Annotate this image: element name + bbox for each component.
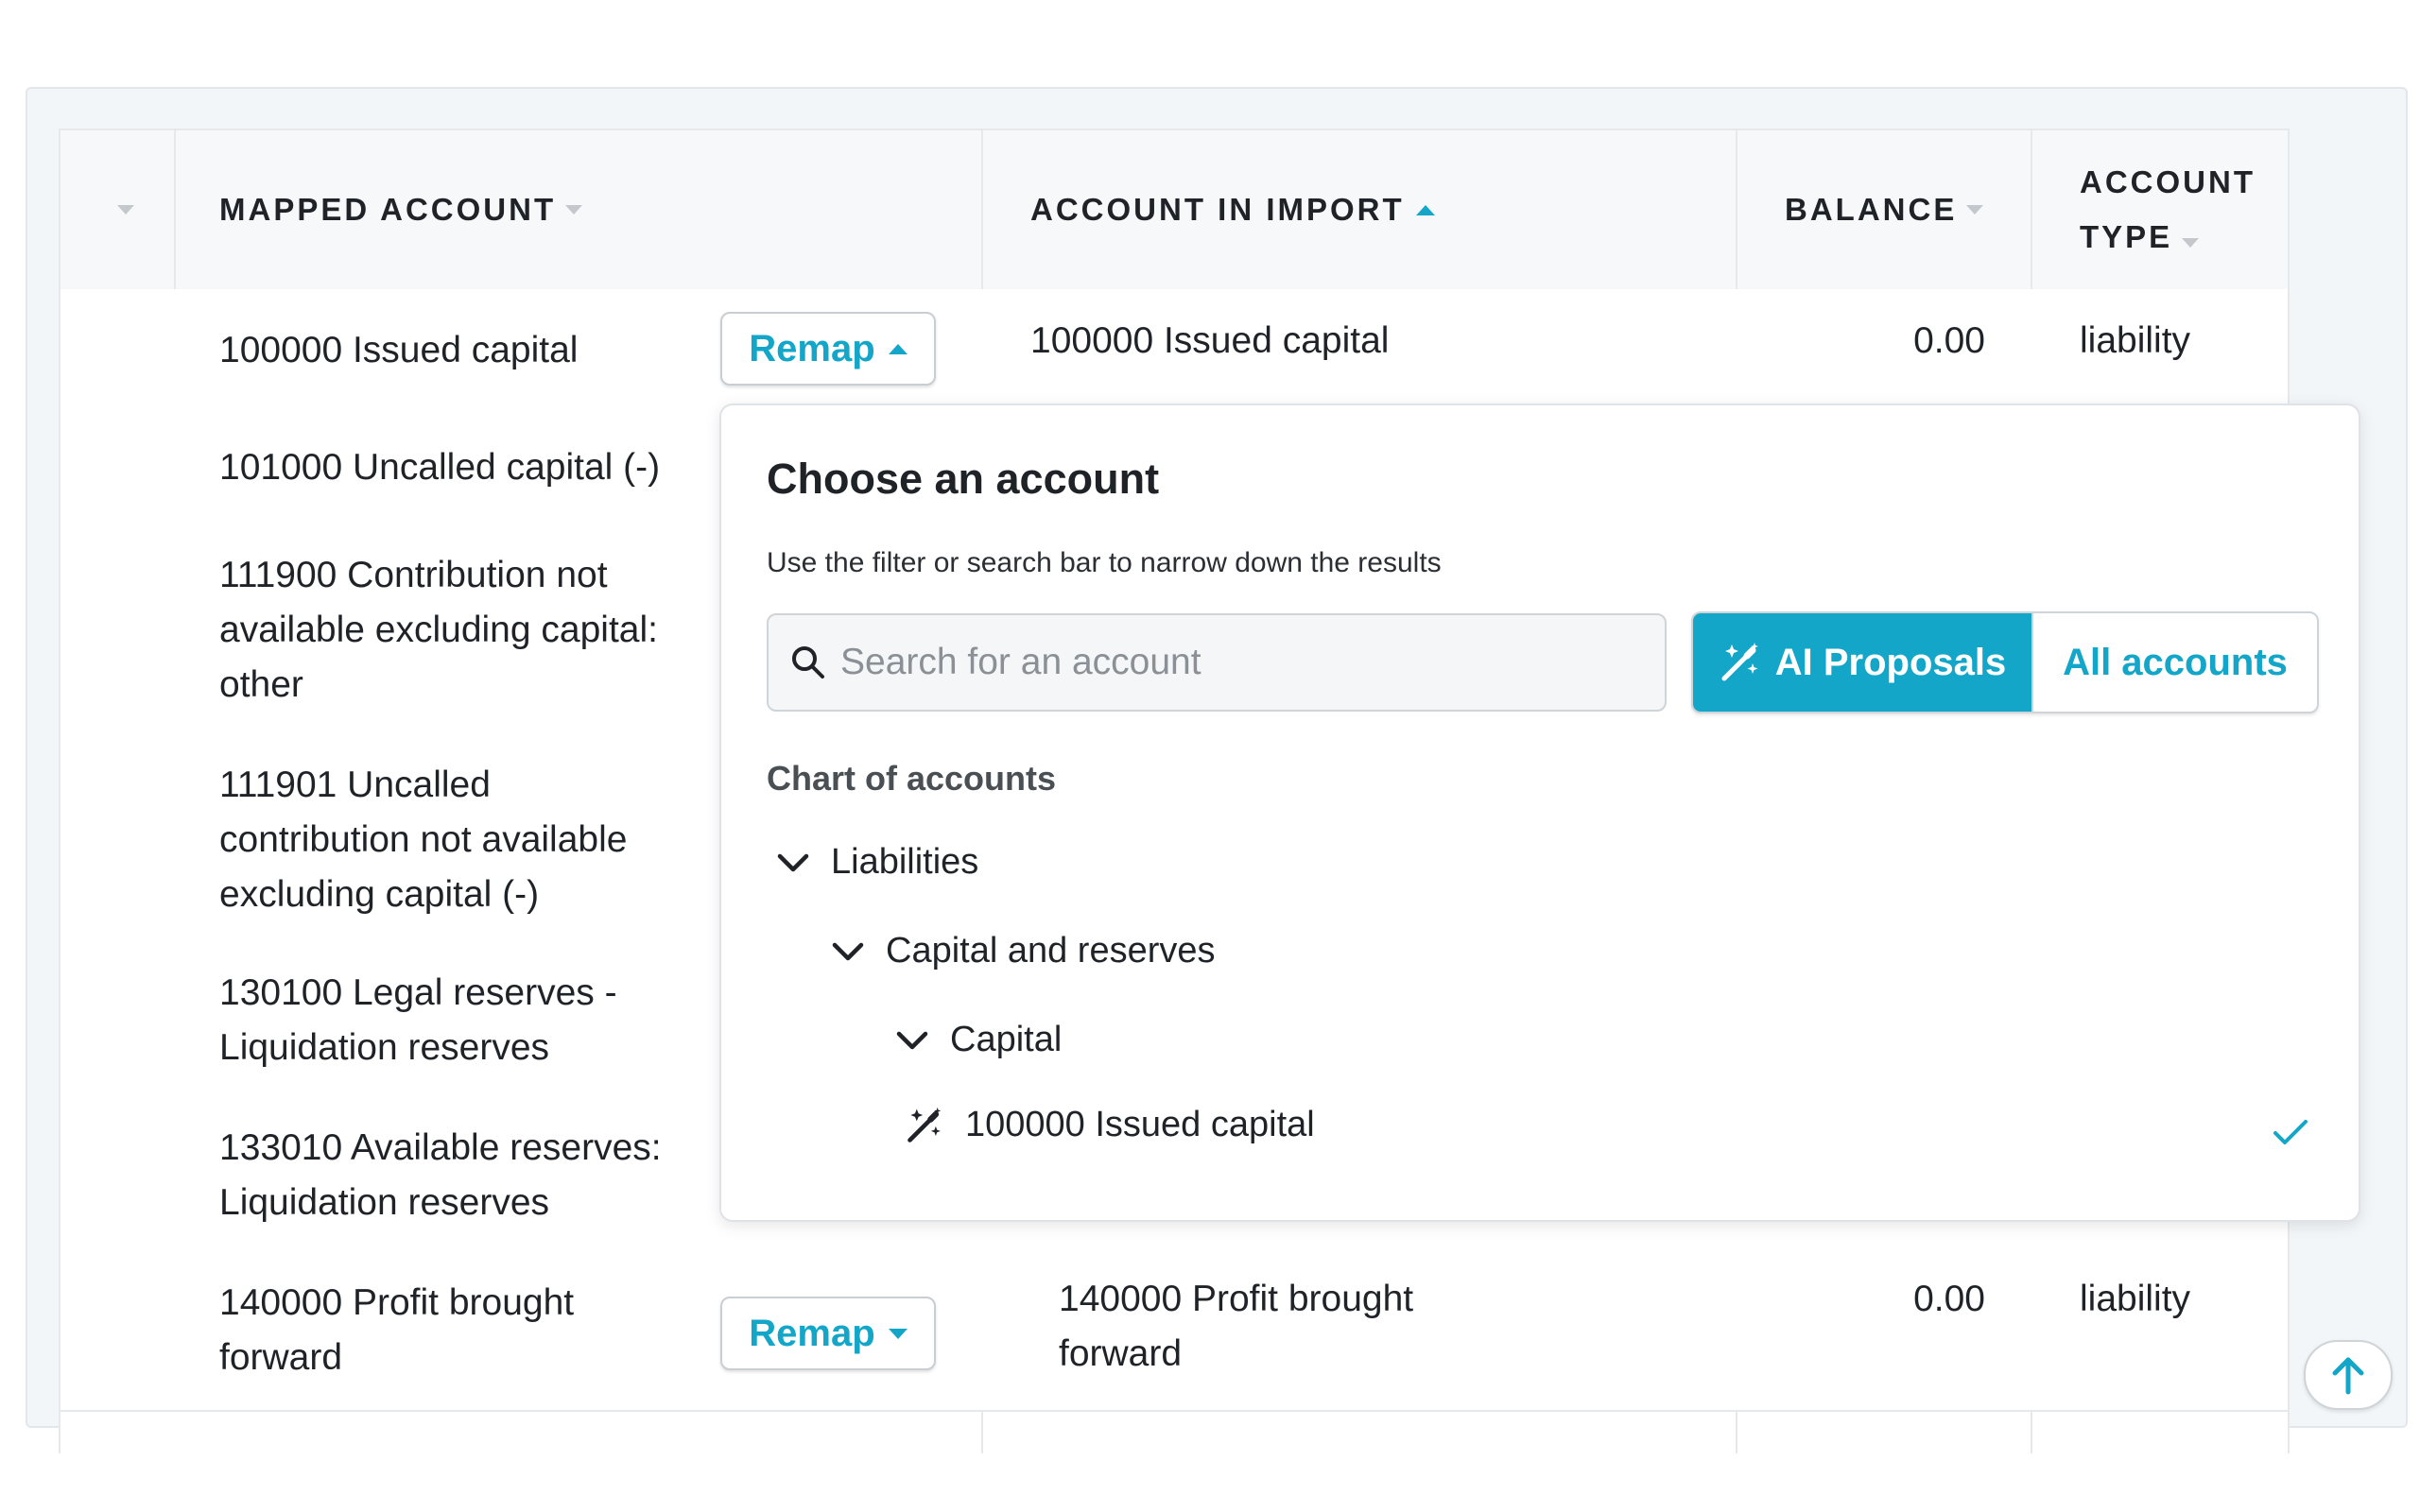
sort-down-icon — [2182, 238, 2200, 248]
mapped-account: 111901 Uncalled contribution not availab… — [219, 765, 628, 915]
check-icon — [2273, 1120, 2308, 1144]
tree-node-liabilities[interactable]: Liabilities — [776, 842, 978, 883]
all-accounts-button[interactable]: All accounts — [2031, 613, 2317, 712]
chart-of-accounts-heading: Chart of accounts — [767, 759, 1057, 798]
popover-title: Choose an account — [767, 455, 1160, 503]
popover-subtitle: Use the filter or search bar to narrow d… — [767, 547, 1442, 578]
account-type: liability — [2080, 1279, 2191, 1319]
search-icon — [792, 646, 824, 679]
remap-button[interactable]: Remap — [720, 1297, 936, 1370]
header-account-type[interactable]: ACCOUNT TYPE — [2080, 130, 2256, 289]
chevron-down-icon — [832, 942, 864, 960]
ai-proposals-button[interactable]: AI Proposals — [1693, 613, 2031, 712]
balance-value: 0.00 — [1913, 1279, 1985, 1319]
magic-wand-icon — [908, 1107, 942, 1143]
arrow-up-icon — [2332, 1357, 2364, 1395]
sort-up-icon — [1415, 204, 1435, 215]
tree-node-capital-and-reserves[interactable]: Capital and reserves — [831, 931, 1216, 971]
filter-toggle: AI Proposals All accounts — [1691, 611, 2319, 713]
account-in-import: 140000 Profit brought forward — [1059, 1279, 1414, 1374]
search-input[interactable] — [838, 641, 1617, 684]
tree-leaf-issued-capital[interactable]: 100000 Issued capital — [905, 1105, 1315, 1145]
caret-down-icon — [888, 1328, 908, 1339]
header-mapped-account[interactable]: MAPPED ACCOUNT — [219, 130, 583, 289]
mapped-account: 133010 Available reserves: Liquidation r… — [219, 1127, 662, 1223]
remap-button[interactable]: Remap — [720, 312, 936, 386]
tree-node-capital[interactable]: Capital — [895, 1020, 1062, 1060]
mapped-account: 111900 Contribution not available exclud… — [219, 555, 658, 705]
header-account-in-import[interactable]: ACCOUNT IN IMPORT — [1030, 130, 1435, 289]
choose-account-popover: Choose an account Use the filter or sear… — [719, 404, 2360, 1222]
header-balance[interactable]: BALANCE — [1785, 130, 1984, 289]
search-box[interactable] — [767, 613, 1667, 712]
balance-value: 0.00 — [1913, 320, 1985, 361]
account-type: liability — [2080, 320, 2191, 361]
chevron-down-icon — [777, 853, 809, 871]
select-all-sort[interactable] — [108, 130, 134, 289]
table-header: MAPPED ACCOUNT ACCOUNT IN IMPORT BALANCE… — [60, 130, 2288, 291]
mapped-account: 140000 Profit brought forward — [219, 1282, 575, 1378]
scroll-to-top-button[interactable] — [2304, 1340, 2393, 1410]
mapped-account: 101000 Uncalled capital (-) — [219, 447, 661, 488]
mapped-account: 100000 Issued capital — [219, 330, 579, 370]
magic-wand-icon — [1721, 643, 1758, 681]
sort-down-icon — [1966, 205, 1984, 215]
chevron-down-icon — [896, 1031, 928, 1049]
mapped-account: 130100 Legal reserves - Liquidation rese… — [219, 972, 617, 1068]
table-row: 140000 Profit brought forward Remap 1400… — [60, 1253, 2288, 1412]
account-in-import: 100000 Issued capital — [1030, 320, 1390, 361]
sort-down-icon — [117, 205, 134, 215]
sort-down-icon — [565, 205, 583, 215]
table-row: 100000 Issued capital Remap 100000 Issue… — [60, 289, 2288, 408]
column-divider — [174, 130, 176, 289]
caret-up-icon — [888, 343, 908, 354]
